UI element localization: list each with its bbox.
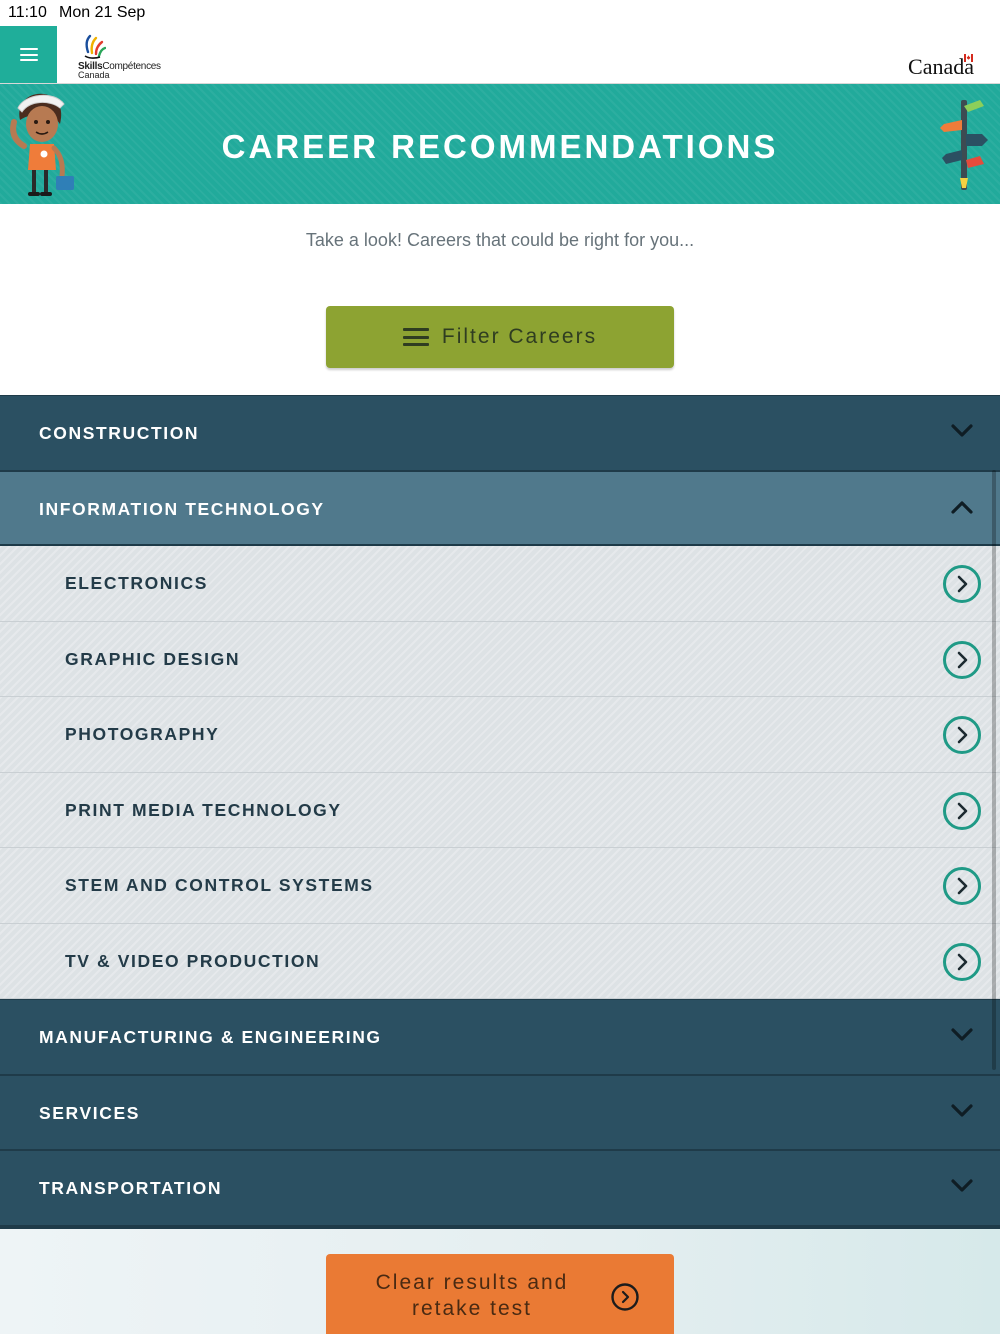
career-item-label: PRINT MEDIA TECHNOLOGY [65, 799, 342, 820]
scrollbar[interactable] [992, 470, 996, 1070]
career-item-photography[interactable]: PHOTOGRAPHY [0, 697, 1000, 773]
career-item-graphic-design[interactable]: GRAPHIC DESIGN [0, 621, 1000, 697]
career-item-label: TV & VIDEO PRODUCTION [65, 950, 321, 971]
hamburger-menu-icon [19, 48, 38, 61]
category-label: CONSTRUCTION [39, 423, 200, 443]
career-item-stem-and-control-systems[interactable]: STEM AND CONTROL SYSTEMS [0, 848, 1000, 924]
career-item-label: PHOTOGRAPHY [65, 724, 220, 744]
chevron-down-icon [951, 1103, 973, 1117]
page-title: CAREER RECOMMENDATIONS [221, 128, 779, 165]
category-manufacturing-engineering[interactable]: MANUFACTURING & ENGINEERING [0, 999, 1000, 1075]
filter-careers-button[interactable]: Filter Careers [326, 306, 674, 368]
menu-button[interactable] [0, 26, 57, 83]
career-item-label: ELECTRONICS [65, 573, 209, 593]
category-label: INFORMATION TECHNOLOGY [39, 498, 325, 519]
app-header: SkillsCompétences Canada Canada [0, 26, 1000, 84]
skills-canada-logo: SkillsCompétences Canada [78, 34, 168, 80]
chevron-down-icon [951, 1028, 973, 1041]
category-label: MANUFACTURING & ENGINEERING [39, 1027, 382, 1047]
status-time: 11:10 [8, 4, 47, 21]
status-date: Mon 21 Sep [59, 4, 146, 21]
logo-text-canada: Canada [78, 70, 110, 80]
category-label: TRANSPORTATION [39, 1178, 223, 1198]
canada-flag-icon [964, 54, 973, 62]
arrow-circle-right-icon[interactable] [942, 866, 982, 906]
retake-test-button[interactable]: Clear results and retake test [326, 1254, 674, 1334]
career-item-electronics[interactable]: ELECTRONICS [0, 546, 1000, 622]
arrow-circle-right-icon[interactable] [942, 942, 982, 982]
category-services[interactable]: SERVICES [0, 1074, 1000, 1150]
arrow-circle-right-icon[interactable] [942, 564, 982, 604]
intro-text: Take a look! Careers that could be right… [305, 230, 695, 250]
chevron-down-icon [951, 1179, 973, 1192]
filter-menu-icon [402, 328, 429, 346]
skills-logo-mark-icon [84, 34, 106, 59]
arrow-circle-right-icon[interactable] [942, 640, 982, 680]
page-banner: CAREER RECOMMENDATIONS [0, 84, 1000, 204]
career-item-print-media-technology[interactable]: PRINT MEDIA TECHNOLOGY [0, 772, 1000, 848]
filter-careers-label: Filter Careers [441, 325, 598, 348]
career-item-tv-video-production[interactable]: TV & VIDEO PRODUCTION [0, 923, 1000, 999]
arrow-circle-right-icon[interactable] [942, 715, 982, 755]
arrow-circle-right-icon[interactable] [942, 791, 982, 831]
category-transportation[interactable]: TRANSPORTATION [0, 1150, 1000, 1226]
chevron-down-icon [951, 424, 973, 437]
category-information-technology[interactable]: INFORMATION TECHNOLOGY [0, 470, 1000, 546]
career-item-label: GRAPHIC DESIGN [65, 648, 241, 669]
arrow-circle-right-icon [611, 1283, 639, 1311]
retake-test-label: Clear results and retake test [375, 1271, 569, 1320]
category-construction[interactable]: CONSTRUCTION [0, 395, 1000, 471]
status-bar: 11:10 Mon 21 Sep [0, 0, 1000, 26]
category-label: SERVICES [39, 1102, 140, 1123]
career-category-list: CONSTRUCTION INFORMATION TECHNOLOGY ELEC… [0, 395, 1000, 1226]
chevron-up-icon [951, 500, 973, 514]
career-item-label: STEM AND CONTROL SYSTEMS [65, 875, 374, 895]
signpost-illustration-icon [940, 100, 988, 190]
